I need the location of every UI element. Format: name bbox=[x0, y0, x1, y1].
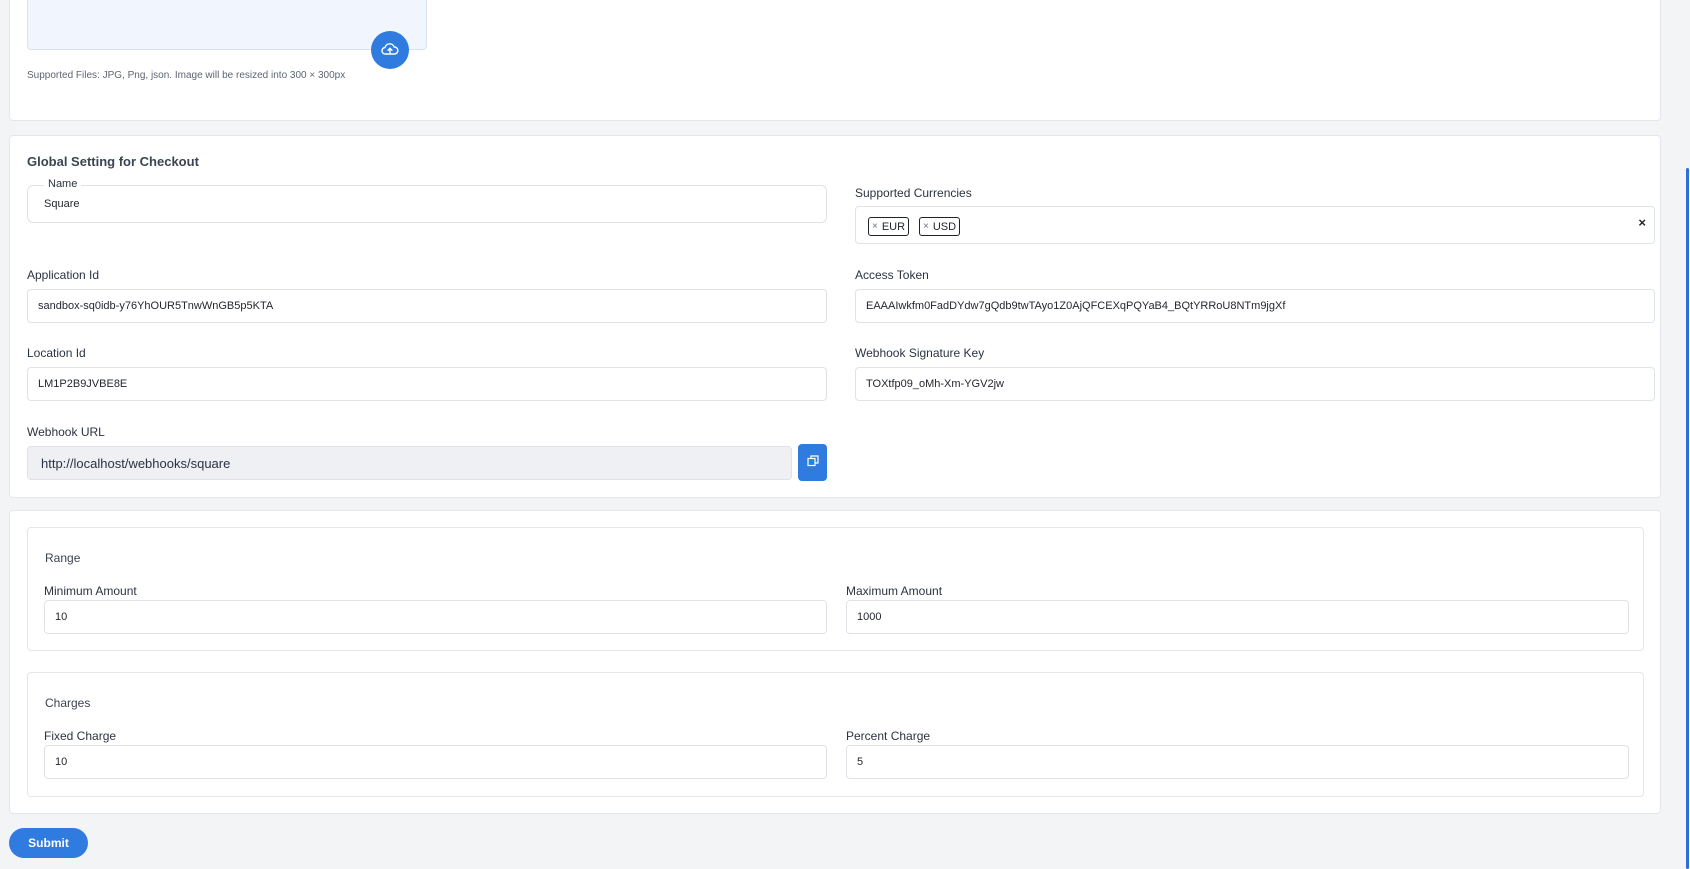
supported-files-hint: Supported Files: JPG, Png, json. Image w… bbox=[27, 70, 346, 81]
currencies-select[interactable]: × EUR × USD × bbox=[855, 206, 1655, 244]
fixed-charge-input[interactable]: 10 bbox=[44, 745, 827, 779]
copy-icon bbox=[806, 454, 819, 472]
range-section: Range Minimum Amount 10 Maximum Amount 1… bbox=[27, 527, 1644, 651]
percent-charge-input[interactable]: 5 bbox=[846, 745, 1629, 779]
min-amount-label: Minimum Amount bbox=[44, 584, 137, 598]
currency-tag-label: EUR bbox=[881, 220, 906, 233]
currency-tag: × EUR bbox=[868, 217, 910, 236]
image-dropzone[interactable] bbox=[27, 0, 427, 50]
webhook-key-label: Webhook Signature Key bbox=[855, 346, 985, 360]
access-token-label: Access Token bbox=[855, 268, 929, 282]
currency-tag: × USD bbox=[919, 217, 961, 236]
tag-remove-icon[interactable]: × bbox=[923, 221, 929, 232]
application-id-label: Application Id bbox=[27, 268, 100, 282]
copy-url-button[interactable] bbox=[798, 444, 827, 481]
scrollbar-thumb[interactable] bbox=[1686, 168, 1689, 869]
webhook-url-label: Webhook URL bbox=[27, 425, 105, 439]
location-id-input[interactable]: LM1P2B9JVBE8E bbox=[27, 367, 827, 401]
charges-section: Charges Fixed Charge 10 Percent Charge 5 bbox=[27, 672, 1644, 797]
name-field[interactable]: Name Square bbox=[27, 178, 827, 223]
max-amount-input[interactable]: 1000 bbox=[846, 600, 1629, 634]
name-value: Square bbox=[44, 198, 80, 210]
upload-button[interactable] bbox=[371, 31, 409, 69]
currencies-label: Supported Currencies bbox=[855, 186, 972, 200]
charges-title: Charges bbox=[45, 696, 91, 710]
tag-remove-icon[interactable]: × bbox=[872, 221, 878, 232]
submit-button[interactable]: Submit bbox=[9, 828, 88, 858]
image-upload-card: Supported Files: JPG, Png, json. Image w… bbox=[9, 0, 1661, 121]
application-id-input[interactable]: sandbox-sq0idb-y76YhOUR5TnwWnGB5p5KTA bbox=[27, 289, 827, 323]
name-label: Name bbox=[44, 178, 82, 190]
webhook-key-input[interactable]: TOXtfp09_oMh-Xm-YGV2jw bbox=[855, 367, 1655, 401]
section-title: Global Setting for Checkout bbox=[27, 154, 199, 169]
currency-tag-label: USD bbox=[932, 220, 957, 233]
location-id-label: Location Id bbox=[27, 346, 86, 360]
range-title: Range bbox=[45, 551, 81, 565]
global-settings-card: Global Setting for Checkout Name Square … bbox=[9, 135, 1661, 498]
limits-card: Range Minimum Amount 10 Maximum Amount 1… bbox=[9, 510, 1661, 814]
max-amount-label: Maximum Amount bbox=[846, 584, 943, 598]
min-amount-input[interactable]: 10 bbox=[44, 600, 827, 634]
webhook-url-input[interactable]: http://localhost/webhooks/square bbox=[27, 446, 792, 480]
percent-charge-label: Percent Charge bbox=[846, 729, 931, 743]
access-token-input[interactable]: EAAAIwkfm0FadDYdw7gQdb9twTAyo1Z0AjQFCEXq… bbox=[855, 289, 1655, 323]
cloud-upload-icon bbox=[381, 42, 399, 59]
fixed-charge-label: Fixed Charge bbox=[44, 729, 117, 743]
clear-all-icon[interactable]: × bbox=[1638, 215, 1646, 230]
